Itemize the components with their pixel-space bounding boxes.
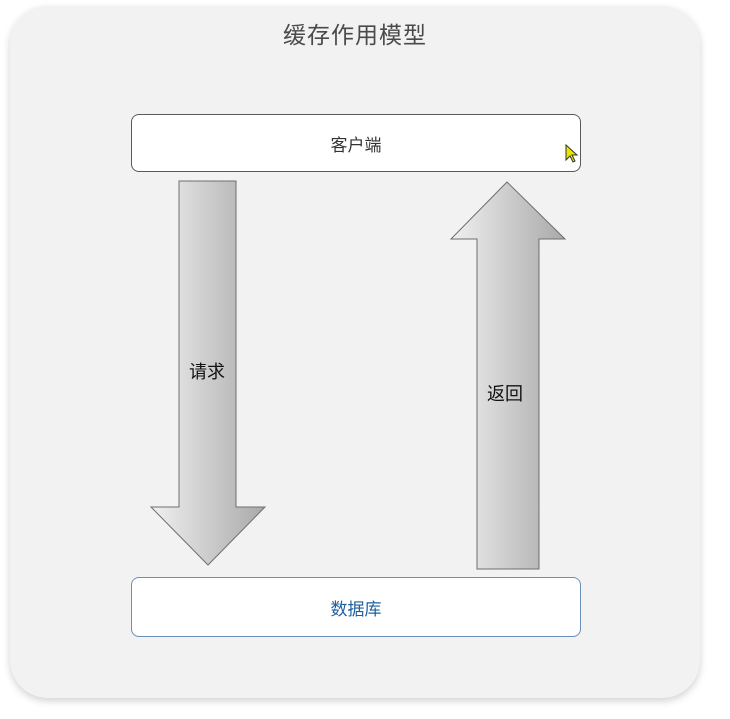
mouse-pointer-icon <box>565 144 579 163</box>
return-arrow <box>449 181 567 570</box>
diagram-canvas: 缓存作用模型 客户端 请求 返回 数据库 <box>0 0 730 719</box>
return-label: 返回 <box>487 384 523 405</box>
request-label: 请求 <box>189 362 225 383</box>
database-node: 数据库 <box>131 577 581 637</box>
database-node-label: 数据库 <box>330 599 382 620</box>
